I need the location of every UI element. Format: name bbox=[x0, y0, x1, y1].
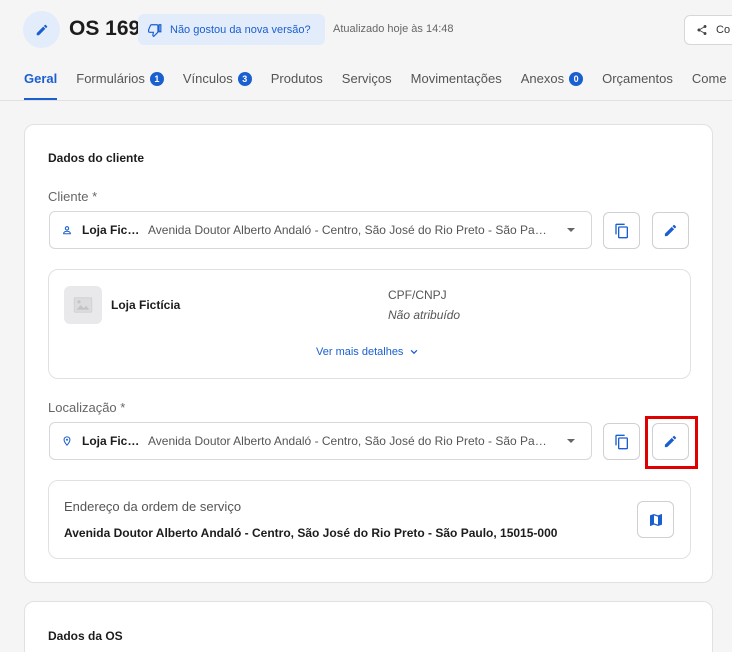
feedback-label: Não gostou da nova versão? bbox=[170, 23, 311, 36]
address-label: Endereço da ordem de serviço bbox=[64, 499, 242, 514]
edit-client-button[interactable] bbox=[652, 212, 689, 249]
tab-movimentacoes[interactable]: Movimentações bbox=[411, 71, 502, 100]
tab-label: Geral bbox=[24, 71, 58, 86]
client-select[interactable]: Loja Fictícia Avenida Doutor Alberto And… bbox=[49, 211, 592, 249]
tab-formularios[interactable]: Formulários 1 bbox=[76, 71, 164, 100]
address-value: Avenida Doutor Alberto Andaló - Centro, … bbox=[64, 526, 558, 540]
tab-label: Formulários bbox=[76, 71, 145, 86]
tab-geral[interactable]: Geral bbox=[24, 71, 58, 100]
tab-vinculos[interactable]: Vínculos 3 bbox=[183, 71, 252, 100]
edit-title-button[interactable] bbox=[23, 11, 60, 48]
document-value: Não atribuído bbox=[388, 308, 461, 322]
avatar bbox=[64, 286, 102, 324]
image-placeholder-icon bbox=[73, 297, 93, 313]
updated-timestamp: Atualizado hoje às 14:48 bbox=[333, 23, 454, 35]
person-icon bbox=[62, 225, 74, 235]
tab-label: Vínculos bbox=[182, 71, 233, 86]
copy-client-button[interactable] bbox=[603, 212, 640, 249]
top-header: OS 169 Não gostou da nova versão? Atuali… bbox=[0, 0, 732, 101]
client-select-address: Avenida Doutor Alberto Andaló - Centro, … bbox=[148, 223, 548, 237]
share-icon bbox=[697, 25, 707, 35]
tab-label: Produtos bbox=[270, 71, 323, 86]
dropdown-caret-icon bbox=[567, 439, 575, 443]
see-more-link[interactable]: Ver mais detalhes bbox=[316, 346, 419, 358]
tab-comentarios[interactable]: Come bbox=[692, 71, 727, 100]
section-title: Dados da OS bbox=[48, 629, 123, 643]
pencil-icon bbox=[36, 24, 47, 35]
tab-label: Serviços bbox=[341, 71, 392, 86]
tab-label: Orçamentos bbox=[602, 71, 673, 86]
location-pin-icon bbox=[62, 435, 74, 447]
copy-location-button[interactable] bbox=[603, 423, 640, 460]
client-info-card: Loja Fictícia CPF/CNPJ Não atribuído Ver… bbox=[48, 269, 691, 379]
page-title: OS 169 bbox=[69, 17, 141, 40]
tab-servicos[interactable]: Serviços bbox=[342, 71, 392, 100]
location-select[interactable]: Loja Fictícia Avenida Doutor Alberto And… bbox=[49, 422, 592, 460]
tab-anexos[interactable]: Anexos 0 bbox=[520, 71, 584, 100]
os-data-card: Dados da OS bbox=[24, 601, 713, 652]
pencil-icon bbox=[664, 224, 677, 237]
tab-produtos[interactable]: Produtos bbox=[271, 71, 323, 100]
feedback-button[interactable]: Não gostou da nova versão? bbox=[138, 14, 325, 45]
tab-label: Come bbox=[691, 71, 727, 86]
tab-label: Movimentações bbox=[410, 71, 502, 86]
tab-bar: Geral Formulários 1 Vínculos 3 Produtos Se… bbox=[24, 71, 732, 100]
client-field-label: Cliente * bbox=[48, 189, 98, 204]
share-label: Co bbox=[716, 24, 731, 36]
thumbs-down-icon bbox=[148, 23, 162, 37]
share-button[interactable]: Co bbox=[684, 15, 732, 45]
map-icon bbox=[649, 513, 662, 526]
highlight-box bbox=[645, 416, 698, 469]
location-select-address: Avenida Doutor Alberto Andaló - Centro, … bbox=[148, 434, 548, 448]
client-select-name: Loja Fictícia bbox=[82, 223, 140, 237]
copy-icon bbox=[614, 223, 628, 238]
see-more-label: Ver mais detalhes bbox=[316, 346, 404, 358]
location-field-label: Localização * bbox=[48, 400, 126, 415]
count-badge: 1 bbox=[149, 72, 164, 86]
count-badge: 3 bbox=[237, 72, 252, 86]
chevron-down-icon bbox=[411, 349, 418, 355]
client-data-card: Dados do cliente Cliente * Loja Fictícia… bbox=[24, 124, 713, 583]
section-title: Dados do cliente bbox=[48, 151, 145, 165]
count-badge: 0 bbox=[569, 72, 584, 86]
copy-icon bbox=[614, 434, 628, 449]
location-select-name: Loja Fictícia bbox=[82, 434, 140, 448]
dropdown-caret-icon bbox=[567, 228, 575, 232]
open-map-button[interactable] bbox=[637, 501, 674, 538]
document-label: CPF/CNPJ bbox=[388, 288, 447, 302]
address-card: Endereço da ordem de serviço Avenida Dou… bbox=[48, 480, 691, 559]
tab-label: Anexos bbox=[520, 71, 565, 86]
client-name: Loja Fictícia bbox=[111, 298, 181, 312]
tab-orcamentos[interactable]: Orçamentos bbox=[602, 71, 673, 100]
